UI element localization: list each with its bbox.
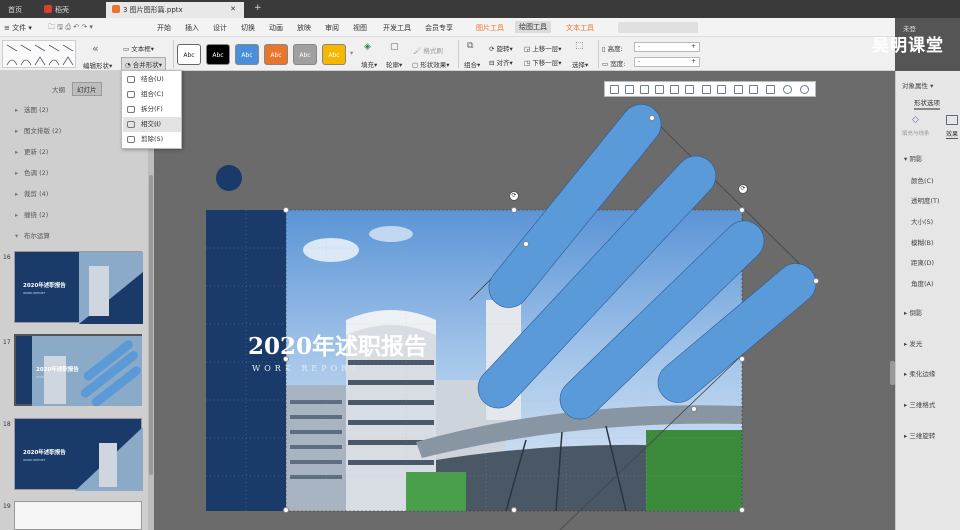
menu-item-fragment[interactable]: 拆分(F) [123, 102, 181, 117]
menu-item-combine[interactable]: 组合(C) [123, 87, 181, 102]
resize-handle[interactable] [511, 507, 517, 513]
align-top-icon[interactable] [655, 85, 664, 94]
panel-scrollbar[interactable] [890, 361, 895, 385]
rounded-stripes-group[interactable] [470, 96, 824, 427]
align-bottom-icon[interactable] [685, 85, 694, 94]
resize-handle[interactable] [523, 241, 529, 247]
resize-handle[interactable] [813, 278, 819, 284]
distribute-vertical-icon[interactable] [717, 85, 726, 94]
floating-align-toolbar [604, 81, 816, 97]
menu-item-union[interactable]: 结合(U) [123, 72, 181, 87]
reflection-section[interactable]: ▸ 倒影 [904, 307, 922, 317]
resize-handle[interactable] [283, 507, 289, 513]
align-center-icon[interactable] [625, 85, 634, 94]
resize-handle[interactable] [283, 356, 289, 362]
union-icon [127, 76, 135, 83]
mouse-cursor-icon: ☝ [154, 120, 159, 129]
menu-item-intersect[interactable]: 相交(I) ☝ [123, 117, 181, 132]
glow-section[interactable]: ▸ 发光 [904, 338, 922, 348]
fill-line-tab[interactable]: 填充与线条 [902, 129, 930, 137]
equal-size-icon[interactable] [766, 85, 775, 94]
fill-line-icon: ◇ [912, 115, 919, 125]
more-options-icon[interactable] [800, 85, 809, 94]
3d-format-section[interactable]: ▸ 三维格式 [904, 399, 935, 409]
resize-handle[interactable] [649, 115, 655, 121]
subtract-icon [127, 136, 135, 143]
menu-item-subtract[interactable]: 剪除(S) [123, 132, 181, 147]
merge-shape-dropdown: 结合(U) 组合(C) 拆分(F) 相交(I) ☝ 剪除(S) [121, 70, 182, 149]
intersect-icon [127, 121, 135, 128]
blur-label: 模糊(B) [911, 239, 934, 247]
spread-horizontal-icon[interactable] [734, 85, 743, 94]
resize-handle[interactable] [739, 507, 745, 513]
distance-label: 距离(D) [911, 259, 935, 267]
angle-label: 角度(A) [911, 280, 934, 288]
spread-vertical-icon[interactable] [749, 85, 758, 94]
resize-handle[interactable] [739, 356, 745, 362]
panel-header: 对象属性 ▾ [902, 82, 934, 90]
shape-options-tab[interactable]: 形状选项 [914, 97, 940, 110]
align-left-icon[interactable] [610, 85, 619, 94]
resize-handle[interactable] [739, 207, 745, 213]
3d-rotation-section[interactable]: ▸ 三维旋转 [904, 430, 935, 440]
resize-handle[interactable] [283, 207, 289, 213]
soft-edges-section[interactable]: ▸ 柔化边缘 [904, 368, 935, 378]
align-middle-icon[interactable] [670, 85, 679, 94]
shadow-section[interactable]: ▾ 阴影 [904, 153, 922, 163]
object-properties-panel: 对象属性 ▾ 形状选项 ◇ 填充与线条 效果 ▾ 阴影 颜色(C) 透明度(T)… [890, 71, 960, 530]
align-right-icon[interactable] [640, 85, 649, 94]
resize-handle[interactable] [691, 406, 697, 412]
distribute-horizontal-icon[interactable] [702, 85, 711, 94]
shadow-color-label: 颜色(C) [911, 177, 934, 185]
lightbulb-icon[interactable] [783, 85, 792, 94]
transparency-label: 透明度(T) [911, 197, 940, 205]
fragment-icon [127, 106, 135, 113]
effects-tab[interactable]: 效果 [946, 129, 959, 139]
combine-icon [127, 91, 135, 98]
rotate-handle-icon[interactable]: ⟳ [509, 191, 519, 201]
rotate-handle-icon[interactable]: ⟳ [738, 184, 748, 194]
effects-icon [946, 115, 958, 125]
size-label: 大小(S) [911, 218, 934, 226]
resize-handle[interactable] [511, 207, 517, 213]
